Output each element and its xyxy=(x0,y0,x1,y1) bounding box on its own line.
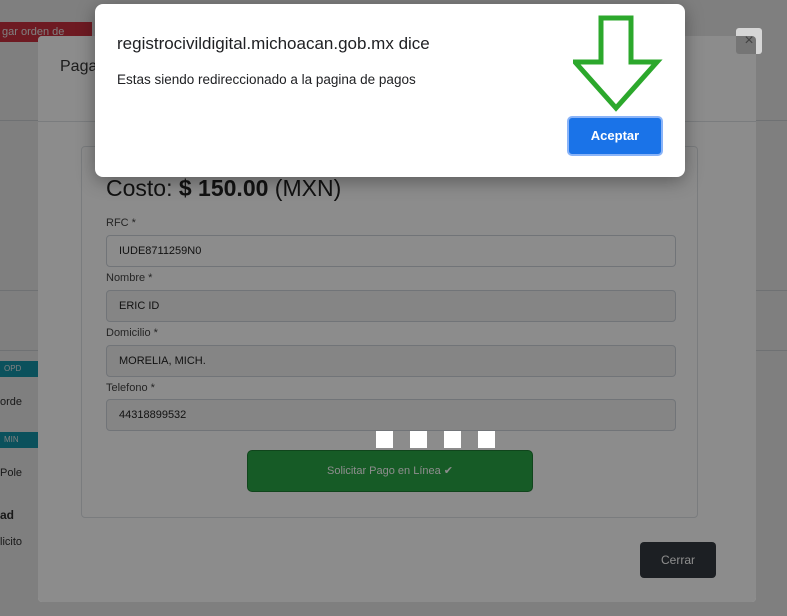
loader-square xyxy=(478,431,495,448)
loading-indicator xyxy=(376,431,512,453)
loader-square xyxy=(410,431,427,448)
alert-message: Estas siendo redireccionado a la pagina … xyxy=(117,72,416,87)
arrow-down-icon xyxy=(573,15,663,112)
loader-square xyxy=(376,431,393,448)
loader-square xyxy=(444,431,461,448)
accept-button[interactable]: Aceptar xyxy=(567,116,663,156)
alert-origin: registrocivildigital.michoacan.gob.mx di… xyxy=(117,34,430,53)
